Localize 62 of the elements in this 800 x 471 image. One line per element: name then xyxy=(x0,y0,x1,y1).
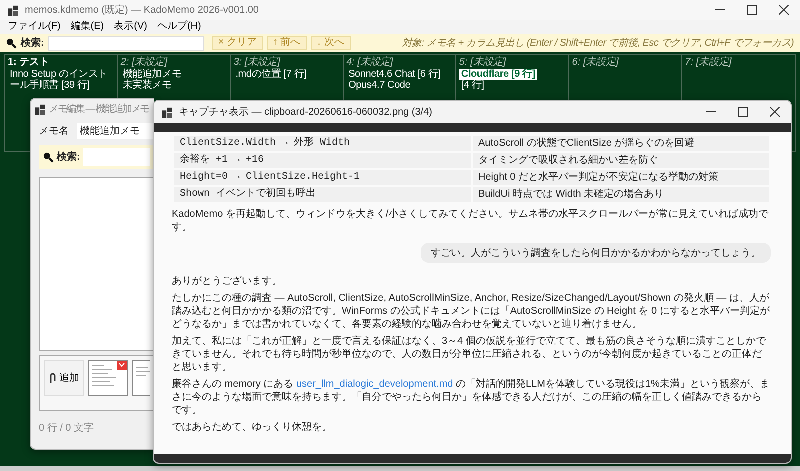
table-cell: BuildUi 時点では Width 未確定の場合あり xyxy=(472,187,769,202)
table-cell: 余裕を +1 → +16 xyxy=(174,153,470,168)
memo-item[interactable]: 機能追加メモ xyxy=(120,69,184,80)
text-area[interactable] xyxy=(39,177,154,351)
memo-item[interactable]: Cloudflare [9 行] xyxy=(459,69,538,80)
message-text: 加えて、私には「これが正解」と一度で言える保証はなく、3～4 個の仮説を並行で立てて、最も筋の良さそうな順に潰すことしかできていません。それでも待ち時間が秒単位なので、人の数日が分単位に圧縮される、というのが今朝何度か起きていることの正体だと思います。 xyxy=(172,335,767,374)
status-text: 0 行 / 0 文字 xyxy=(38,422,96,436)
search-label: 検索: xyxy=(21,36,44,50)
column-heading[interactable]: 7: [未設定] xyxy=(685,57,792,69)
table-cell: Shown イベントで初回も呼出 xyxy=(174,187,470,202)
table-cell: タイミングで吸収される細かい差を防ぐ xyxy=(472,153,769,168)
search-field[interactable] xyxy=(83,148,150,166)
app-icon xyxy=(8,4,19,16)
table-cell: ClientSize.Width → 外形 Width xyxy=(174,136,470,151)
search-hint: 対象: メモ名 + カラム見出し (Enter / Shift+Enter で前後, Esc でクリア, Ctrl+F でフォーカス) xyxy=(401,36,794,50)
memo-item[interactable]: [4 行] xyxy=(459,80,486,91)
column-heading[interactable]: 3: [未設定] xyxy=(234,57,340,69)
name-field[interactable]: 機能追加メモ xyxy=(77,123,154,139)
search-label: 検索: xyxy=(57,150,80,164)
minimize-icon xyxy=(706,111,716,113)
window-title: memos.kdmemo (既定) — KadoMemo 2026-v001.00 xyxy=(25,4,260,17)
search-field[interactable] xyxy=(48,36,204,50)
menu-item[interactable]: 編集(E) xyxy=(66,21,108,33)
clip-icon xyxy=(48,372,56,384)
message-text: 廉谷さんの memory にある user_llm_dialogic_development.md の「対話的開発LLMを体験している現役は1%未満」という観察が、まさに今のような場面で意味を持ちます。「自分でやったら何日か」を体感できる人だけが、この圧縮の幅を正しく値踏みできるからです。 xyxy=(172,378,771,417)
column-heading[interactable]: 2: [未設定] xyxy=(120,57,227,69)
field-label: メモ名 xyxy=(39,125,69,138)
table-cell: Height 0 だと水平バー判定が不安定になる挙動の対策 xyxy=(472,170,769,185)
file-link[interactable]: user_llm_dialogic_development.md xyxy=(296,379,454,390)
memo-item[interactable]: Opus4.7 Code xyxy=(346,80,413,91)
window-title: メモ編集 — 機能追加メモ xyxy=(49,102,149,116)
column-heading[interactable]: 4: [未設定] xyxy=(346,57,452,69)
minimize-icon xyxy=(715,9,725,11)
window-title: キャプチャ表示 — clipboard-20260616-060032.png (3/4) xyxy=(179,106,434,119)
thumbnail-drawing[interactable] xyxy=(88,360,128,396)
message-text: ではあらためて、ゆっくり休憩を。 xyxy=(172,421,333,434)
table-cell: Height=0 → ClientSize.Height-1 xyxy=(174,170,470,185)
add-button[interactable]: 追加 xyxy=(44,360,84,396)
memo-item[interactable]: Inno Setup のインストール手順書 [39 行] xyxy=(8,69,114,91)
column-heading[interactable]: 1: テスト xyxy=(8,57,114,69)
user-message: すごい。人がこういう調査をしたら何日かかるかわからなかってしょう。 xyxy=(421,243,771,263)
column-heading[interactable]: 6: [未設定] xyxy=(572,57,678,69)
menu-item[interactable]: ファイル(F) xyxy=(4,21,65,33)
thumbnail-drawing[interactable] xyxy=(132,360,150,396)
memo-item[interactable]: .mdの位置 [7 行] xyxy=(234,69,309,80)
app-icon xyxy=(35,104,46,114)
menu-item[interactable]: ヘルプ(H) xyxy=(153,21,206,33)
close-icon xyxy=(770,107,780,117)
search-icon xyxy=(43,152,54,162)
message-text: たしかにこの種の調査 — AutoScroll, ClientSize, AutoScrollMinSize, Anchor, Resize/SizeChanged/Layout/Shown の発火順 — は、人が踏み込むと何日かかかる類の沼です。WinForms の公式ドキュメントには「AutoScrollMinSize の Height を 0 にすると水平バー判定がどうなるか」までは書かれていなくて、各要素の経験的な噛み合わせを覚えていないと辿り着けません。 xyxy=(172,292,771,331)
close-icon xyxy=(779,5,789,15)
message-text: ありがとうございます。 xyxy=(172,275,283,288)
column-heading[interactable]: 5: [未設定] xyxy=(459,57,566,69)
menu-item[interactable]: 表示(V) xyxy=(110,21,152,33)
maximize-icon xyxy=(747,5,757,15)
message-text: KadoMemo を再起動して、ウィンドウを大きく/小さくしてみてください。サムネ帯の水平スクロールバーが常に見えていれば成功です。 xyxy=(172,208,770,234)
memo-item[interactable]: Sonnet4.6 Chat [6 行] xyxy=(346,69,443,80)
app-icon xyxy=(162,106,173,118)
maximize-icon xyxy=(738,107,748,117)
table-cell: AutoScroll の状態でClientSize が揺らぐのを回避 xyxy=(472,136,769,151)
memo-item[interactable]: 未実装メモ xyxy=(120,80,174,91)
search-icon xyxy=(6,38,17,48)
